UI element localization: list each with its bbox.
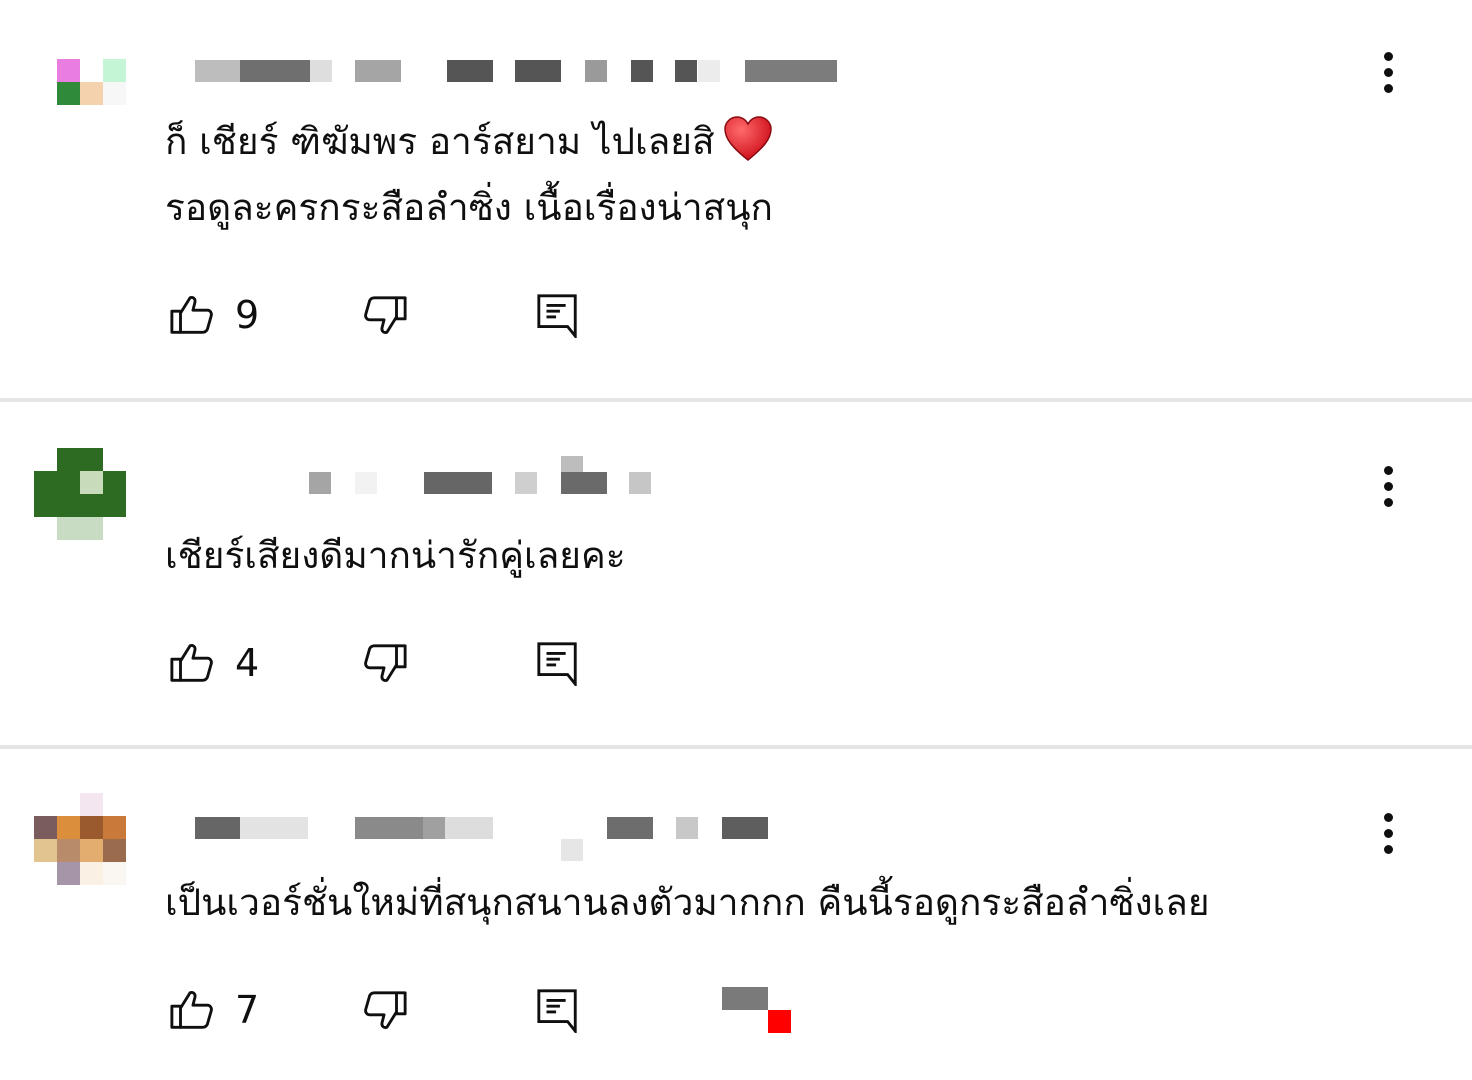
- comment-3: เป็นเวอร์ชั่นใหม่ที่สนุกสนานลงตัวมากกก ค…: [0, 749, 1472, 1080]
- comment-actions: 9: [165, 292, 585, 342]
- more-vertical-icon[interactable]: [1370, 809, 1410, 859]
- comment-actions: 4: [165, 640, 585, 690]
- red-heart-emoji: [723, 114, 773, 164]
- creator-heart-avatar-censored: [722, 987, 794, 1037]
- thumbs-up-icon[interactable]: [169, 292, 215, 338]
- thumbs-up-icon[interactable]: [169, 987, 215, 1033]
- like-count: 9: [235, 293, 260, 337]
- comment-text-line-1: เชียร์เสียงดีมากน่ารักคู่เลยคะ: [165, 534, 626, 577]
- comment-text-line-1: ก็ เชียร์ ฑิฆัมพร อาร์สยาม ไปเลยสิ: [165, 114, 773, 168]
- comment-1: ก็ เชียร์ ฑิฆัมพร อาร์สยาม ไปเลยสิ รอดูล…: [0, 0, 1472, 400]
- like-count: 7: [235, 988, 260, 1032]
- like-count: 4: [235, 641, 260, 685]
- comment-actions: 7: [165, 987, 791, 1037]
- thumbs-down-icon[interactable]: [362, 292, 408, 338]
- avatar[interactable]: [34, 36, 126, 128]
- thumbs-up-icon[interactable]: [169, 640, 215, 686]
- avatar[interactable]: [34, 448, 126, 540]
- reply-comment-icon[interactable]: [535, 292, 581, 341]
- avatar[interactable]: [34, 793, 126, 885]
- author-name-censored[interactable]: [195, 60, 845, 86]
- reply-comment-icon[interactable]: [535, 640, 581, 689]
- comment-2: เชียร์เสียงดีมากน่ารักคู่เลยคะ 4: [0, 402, 1472, 746]
- thumbs-down-icon[interactable]: [362, 640, 408, 686]
- comment-text-line-1: เป็นเวอร์ชั่นใหม่ที่สนุกสนานลงตัวมากกก ค…: [165, 881, 1210, 924]
- more-vertical-icon[interactable]: [1370, 48, 1410, 98]
- author-name-censored[interactable]: [195, 817, 775, 861]
- author-name-censored[interactable]: [309, 456, 669, 498]
- comment-text-line-2: รอดูละครกระสือลำซิ่ง เนื้อเรื่องน่าสนุก: [165, 186, 773, 229]
- reply-comment-icon[interactable]: [535, 987, 581, 1036]
- more-vertical-icon[interactable]: [1370, 462, 1410, 512]
- thumbs-down-icon[interactable]: [362, 987, 408, 1033]
